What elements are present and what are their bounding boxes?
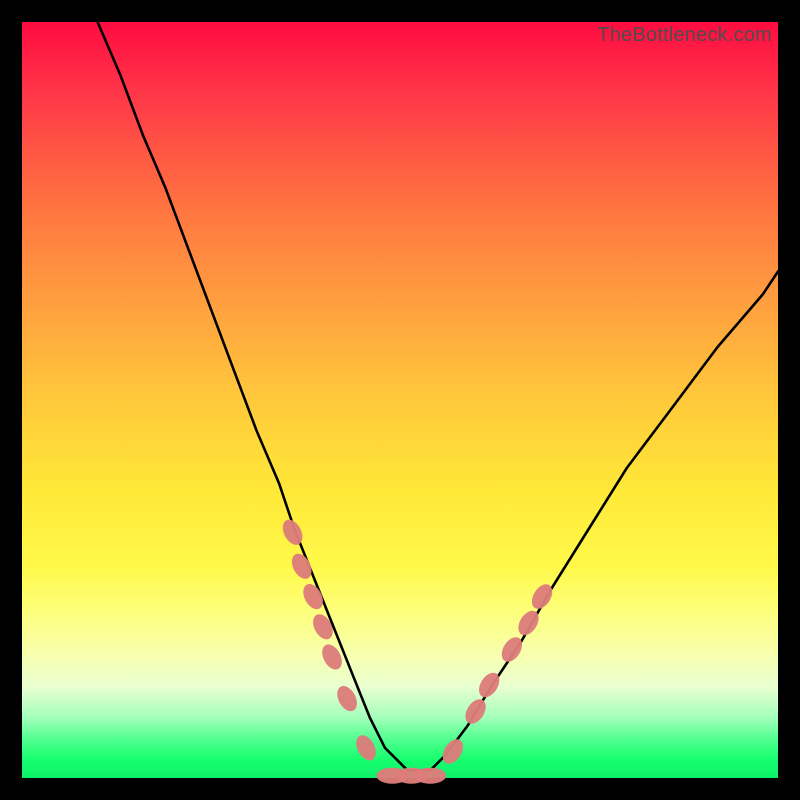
curve-marker bbox=[352, 732, 380, 764]
curve-marker bbox=[279, 516, 307, 548]
figure-root: TheBottleneck.com bbox=[0, 0, 800, 800]
curve-marker bbox=[288, 550, 316, 582]
curve-marker bbox=[333, 683, 361, 715]
curve-marker bbox=[318, 641, 346, 673]
curve-marker bbox=[414, 768, 446, 784]
curve-marker bbox=[439, 736, 468, 768]
curve-marker bbox=[461, 696, 490, 728]
watermark-text: TheBottleneck.com bbox=[597, 24, 772, 47]
curve-marker bbox=[309, 611, 337, 643]
curve-marker bbox=[475, 669, 504, 701]
curve-marker bbox=[498, 634, 527, 666]
curve-marker bbox=[528, 581, 557, 613]
curve-marker bbox=[514, 607, 543, 639]
markers-layer bbox=[22, 22, 778, 778]
plot-area: TheBottleneck.com bbox=[22, 22, 778, 778]
curve-marker bbox=[299, 581, 327, 613]
